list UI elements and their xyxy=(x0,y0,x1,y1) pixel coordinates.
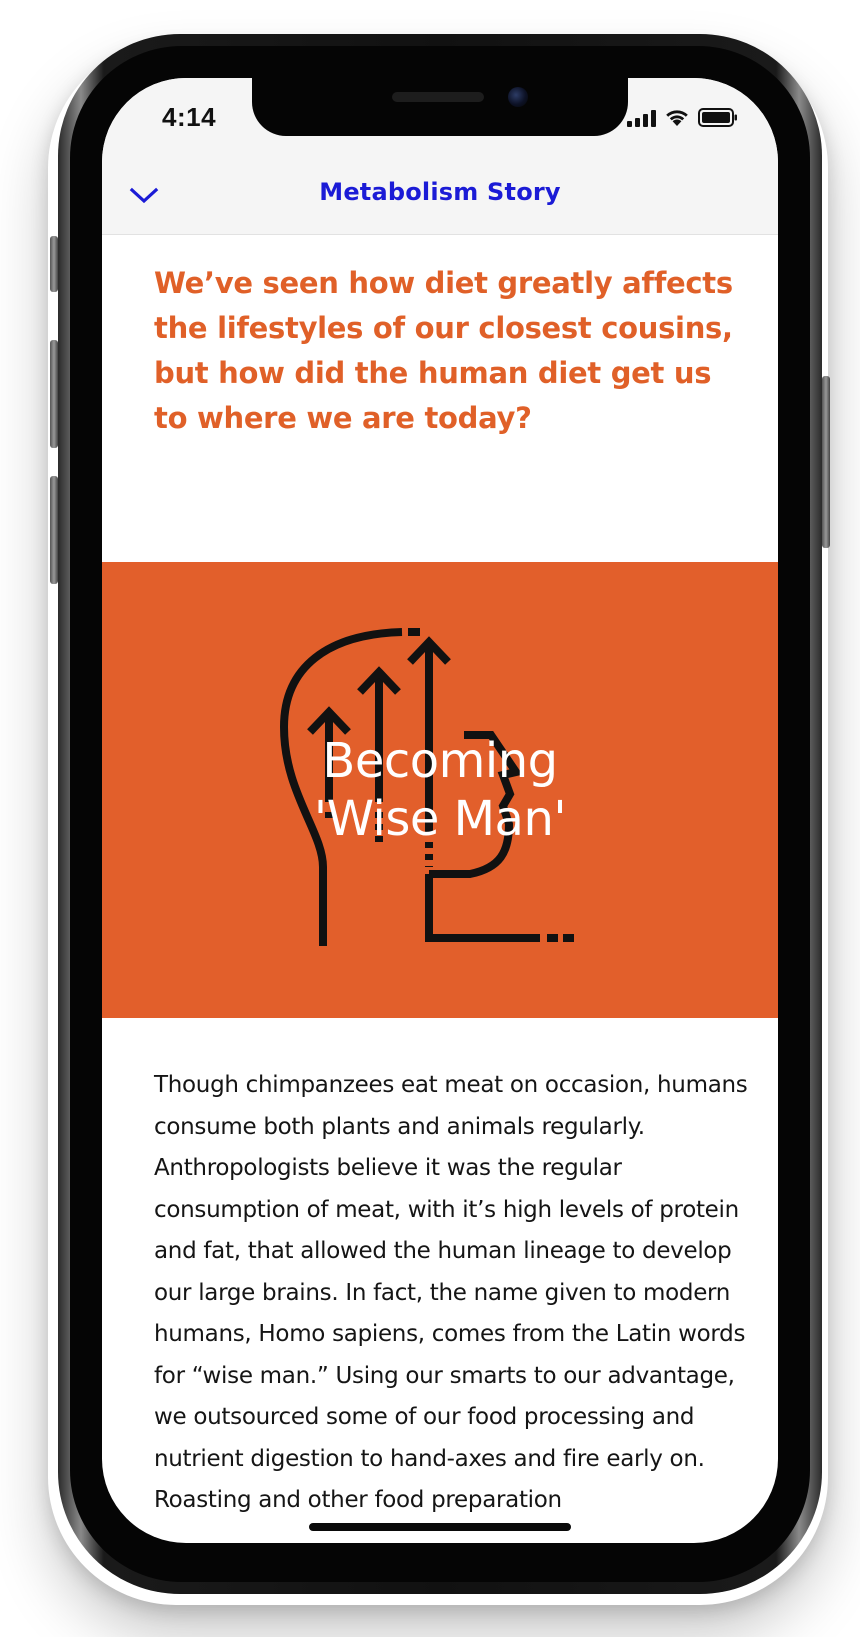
section-title-line-2: 'Wise Man' xyxy=(313,791,567,847)
mute-switch xyxy=(50,236,58,292)
volume-down-button xyxy=(50,476,58,584)
section-hero-banner: Becoming 'Wise Man' xyxy=(102,562,778,1018)
front-camera xyxy=(508,87,528,107)
device-mockup: 4:14 Metabolism Story We’ve seen how die… xyxy=(0,0,860,1637)
volume-up-button xyxy=(50,340,58,448)
section-title: Becoming 'Wise Man' xyxy=(102,732,778,848)
earpiece-speaker xyxy=(392,92,484,102)
nav-title: Metabolism Story xyxy=(319,178,561,206)
power-button xyxy=(822,376,830,548)
screen: 4:14 Metabolism Story We’ve seen how die… xyxy=(102,78,778,1543)
notch xyxy=(252,78,628,136)
wifi-icon xyxy=(666,110,688,126)
status-time: 4:14 xyxy=(162,102,217,132)
cellular-signal-icon xyxy=(627,109,656,127)
status-icons xyxy=(627,108,738,127)
story-content[interactable]: We’ve seen how diet greatly affects the … xyxy=(102,235,778,1543)
home-indicator[interactable] xyxy=(309,1523,571,1531)
battery-icon xyxy=(698,108,737,127)
section-title-line-1: Becoming xyxy=(322,733,558,789)
intro-heading: We’ve seen how diet greatly affects the … xyxy=(154,266,733,435)
story-body-paragraph: Though chimpanzees eat meat on occasion,… xyxy=(154,1072,748,1513)
navigation-bar: Metabolism Story xyxy=(102,158,778,235)
